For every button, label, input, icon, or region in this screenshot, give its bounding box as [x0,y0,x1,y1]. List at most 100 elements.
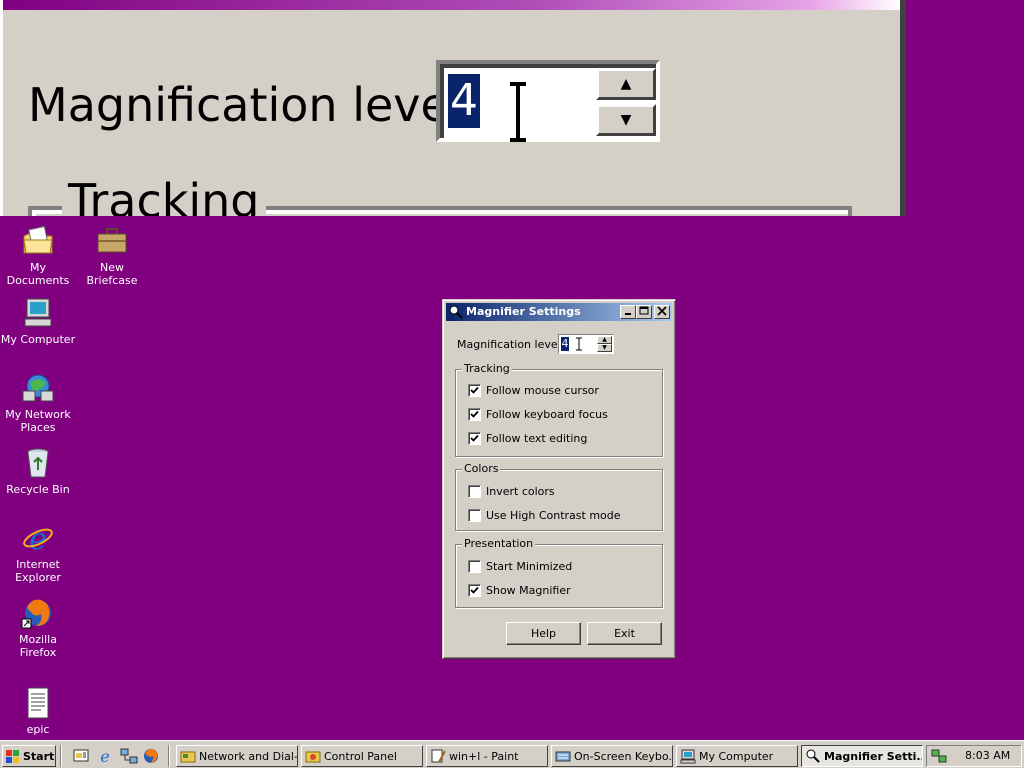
network-icon[interactable] [120,747,138,765]
tracking-group-title: Tracking [462,362,512,375]
desktop-icon-label: My Network Places [5,408,71,434]
show-magnifier-checkbox[interactable]: Show Magnifier [468,583,571,597]
desktop-icon-internet-explorer[interactable]: e Internet Explorer [0,521,76,584]
close-icon [657,306,667,316]
desktop-icon-my-network-places[interactable]: My Network Places [0,371,76,434]
dialog-titlebar[interactable]: Magnifier Settings [446,303,672,321]
help-button[interactable]: Help [506,622,581,645]
folder-icon [180,751,196,763]
start-minimized-checkbox[interactable]: Start Minimized [468,559,572,573]
checkbox-label: Follow mouse cursor [486,383,599,397]
desktop-icon-label: New Briefcase [86,261,138,287]
firefox-icon [21,599,51,629]
ibeam-cursor-icon [576,337,582,351]
checkbox-label: Invert colors [486,484,555,498]
maximize-button[interactable] [636,305,652,319]
checkbox-label: Show Magnifier [486,583,571,597]
my-documents-icon [23,225,53,254]
desktop-icon-new-briefcase[interactable]: New Briefcase [74,224,150,287]
internet-explorer-icon[interactable]: e [96,747,114,765]
magnified-edge [0,0,3,216]
magnification-level-value[interactable]: 4 [561,337,569,351]
internet-explorer-icon: e [23,522,53,555]
task-label: Network and Dial-... [199,749,298,763]
checkbox-box[interactable] [468,559,481,573]
start-button[interactable]: Start [2,745,56,767]
task-label: Magnifier Setti... [824,749,923,763]
desktop-icon-my-documents[interactable]: My Documents [0,224,76,287]
briefcase-icon [97,228,127,253]
spin-down-button[interactable]: ▼ [597,344,612,352]
colors-group-title: Colors [462,462,501,475]
recycle-bin-icon [27,448,49,478]
magnifier-view: Magnification level: 4 ▲ ▼ Tracking [0,0,1024,216]
magnified-shadow [900,0,906,216]
checkbox-box[interactable] [468,508,481,522]
presentation-group: Presentation Start Minimized Show Magnif… [455,537,663,608]
firefox-icon[interactable] [142,747,160,765]
task-label: On-Screen Keybo... [574,749,673,763]
clock[interactable]: 8:03 AM [965,749,1010,762]
minimize-button[interactable] [620,305,636,319]
checkbox-box[interactable] [468,383,481,397]
close-button[interactable] [654,305,670,319]
checkbox-box[interactable] [468,583,481,597]
invert-colors-checkbox[interactable]: Invert colors [468,484,555,498]
follow-text-editing-checkbox[interactable]: Follow text editing [468,431,587,445]
checkbox-label: Use High Contrast mode [486,508,621,522]
desktop-icon-label: epic [26,723,50,736]
magnifier-icon [806,749,820,763]
magnified-spin-down: ▼ [596,104,656,136]
task-my-computer[interactable]: My Computer [676,745,798,767]
taskbar: Start e Network and Dial-... Control Pan… [0,740,1024,768]
magnified-group-label: Tracking [62,176,266,216]
magnified-titlebar [0,0,900,10]
text-document-icon [27,687,49,719]
task-control-panel[interactable]: Control Panel [301,745,423,767]
magnified-spin-value: 4 [448,74,480,128]
paint-icon [431,749,446,763]
magnification-level-label: Magnification level: [457,338,565,351]
network-places-icon [22,374,54,402]
desktop-icon-mozilla-firefox[interactable]: Mozilla Firefox [0,596,76,659]
task-magnifier-settings[interactable]: Magnifier Setti... [801,745,923,767]
high-contrast-checkbox[interactable]: Use High Contrast mode [468,508,621,522]
task-label: My Computer [699,749,774,763]
system-tray: 8:03 AM [926,745,1022,767]
spin-up-button[interactable]: ▲ [597,336,612,344]
desktop-icon-label: My Computer [0,333,76,346]
exit-button[interactable]: Exit [587,622,662,645]
desktop-icon-label: Mozilla Firefox [19,633,57,659]
follow-mouse-cursor-checkbox[interactable]: Follow mouse cursor [468,383,599,397]
checkbox-box[interactable] [468,431,481,445]
magnifier-icon [449,305,463,319]
checkmark-icon [470,410,479,418]
checkmark-icon [470,434,479,442]
checkmark-icon [470,386,479,394]
desktop-icon-label: My Documents [6,261,70,287]
follow-keyboard-focus-checkbox[interactable]: Follow keyboard focus [468,407,608,421]
colors-group: Colors Invert colors Use High Contrast m… [455,462,663,531]
desktop-icon-my-computer[interactable]: My Computer [0,296,76,346]
desktop-icon-label: Recycle Bin [6,483,70,496]
network-tray-icon[interactable] [931,748,947,764]
magnified-spinbox: 4 ▲ ▼ [436,60,660,142]
show-desktop-icon[interactable] [72,747,90,765]
desktop-icon-epic[interactable]: epic [0,686,76,736]
task-on-screen-keyboard[interactable]: On-Screen Keybo... [551,745,673,767]
tracking-group: Tracking Follow mouse cursor Follow keyb… [455,362,663,457]
task-label: Control Panel [324,749,397,763]
magnified-magnification-label: Magnification level: [28,78,478,132]
checkbox-box[interactable] [468,407,481,421]
presentation-group-title: Presentation [462,537,536,550]
checkmark-icon [470,586,479,594]
task-paint[interactable]: win+l - Paint [426,745,548,767]
desktop-icon-label: Internet Explorer [15,558,61,584]
magnification-level-spinbox[interactable]: 4 ▲ ▼ [558,334,614,354]
ibeam-cursor-icon [510,82,526,142]
magnified-spinbox-inner: 4 ▲ ▼ [440,64,656,142]
task-network-dialup[interactable]: Network and Dial-... [176,745,298,767]
checkbox-box[interactable] [468,484,481,498]
checkbox-label: Start Minimized [486,559,573,573]
desktop-icon-recycle-bin[interactable]: Recycle Bin [0,446,76,496]
